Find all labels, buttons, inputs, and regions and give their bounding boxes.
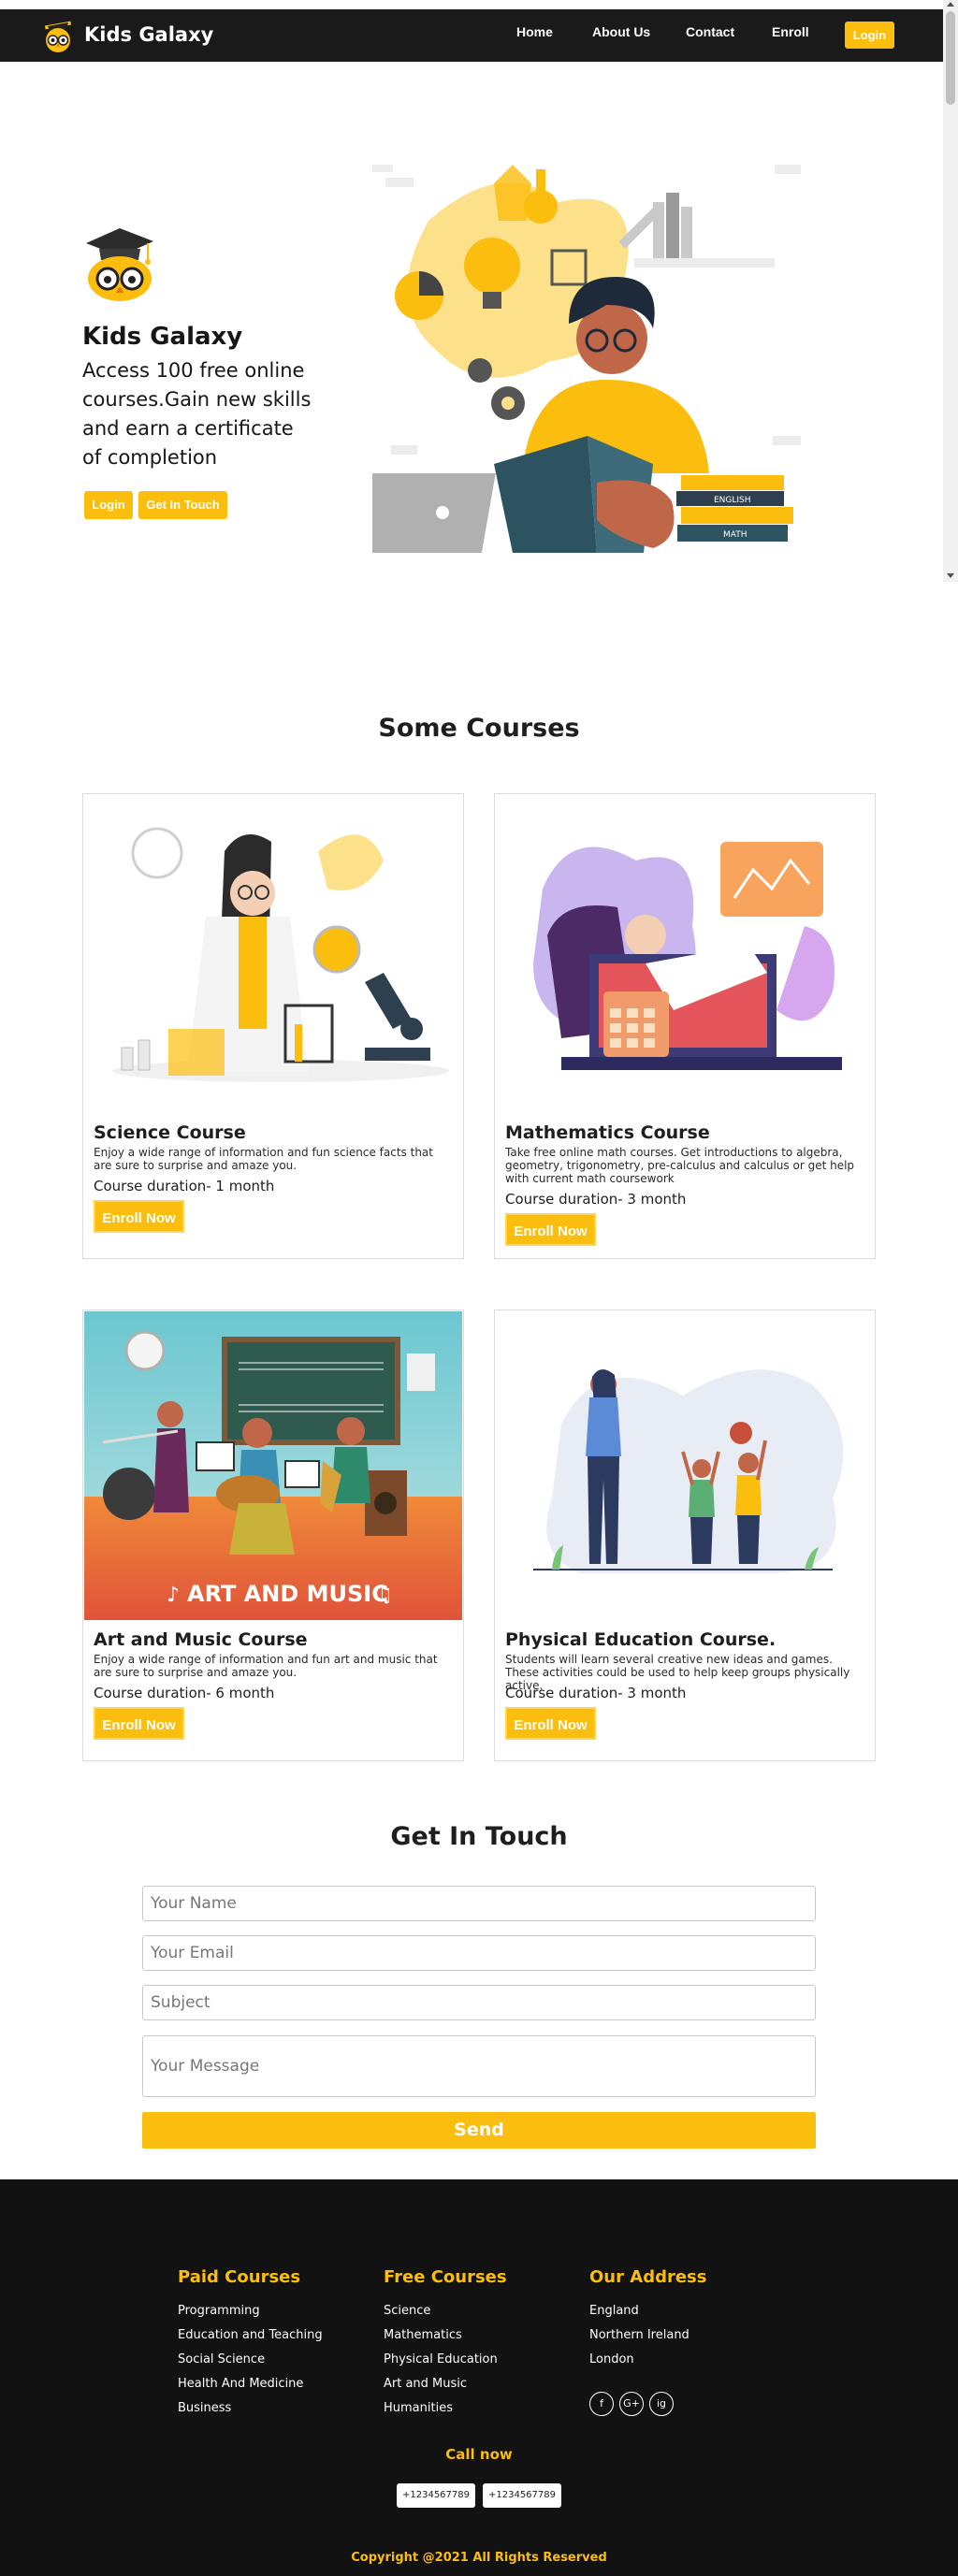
nav-enroll[interactable]: Enroll bbox=[772, 24, 809, 39]
nav-login-button[interactable]: Login bbox=[845, 22, 894, 49]
phone-number-button[interactable]: +1234567789 bbox=[397, 2483, 475, 2508]
address-line: London bbox=[589, 2352, 634, 2366]
footer-link-science[interactable]: Science bbox=[384, 2304, 430, 2318]
nav-about-us[interactable]: About Us bbox=[592, 24, 650, 39]
course-description: Enjoy a wide range of information and fu… bbox=[94, 1146, 433, 1172]
owl-logo-icon bbox=[44, 21, 72, 52]
footer-link-programming[interactable]: Programming bbox=[178, 2304, 260, 2318]
music-note-left-icon: ♪ bbox=[167, 1584, 180, 1607]
mathematics-course-image bbox=[496, 795, 874, 1104]
footer-link-social-science[interactable]: Social Science bbox=[178, 2352, 265, 2366]
scroll-down-arrow-icon[interactable] bbox=[947, 573, 954, 578]
footer-link-humanities[interactable]: Humanities bbox=[384, 2401, 453, 2415]
math-book-label: MATH bbox=[723, 530, 748, 540]
footer-link-education[interactable]: Education and Teaching bbox=[178, 2328, 323, 2342]
instagram-icon[interactable]: ig bbox=[649, 2392, 674, 2416]
course-duration: Course duration- 3 month bbox=[505, 1685, 687, 1701]
free-courses-title: Free Courses bbox=[384, 2267, 507, 2287]
name-input[interactable]: Your Name bbox=[142, 1886, 816, 1921]
nav-contact[interactable]: Contact bbox=[686, 24, 734, 39]
course-card-art-music: ART AND MUSIC ♪ ♫ Art and Music Course E… bbox=[82, 1310, 464, 1761]
hero-get-in-touch-button[interactable]: Get In Touch bbox=[138, 491, 227, 519]
brand-name[interactable]: Kids Galaxy bbox=[84, 23, 213, 46]
message-textarea[interactable]: Your Message bbox=[142, 2035, 816, 2097]
art-music-course-image: ART AND MUSIC ♪ ♫ bbox=[84, 1311, 462, 1620]
top-strip bbox=[0, 0, 943, 9]
course-duration: Course duration- 3 month bbox=[505, 1191, 687, 1208]
art-music-banner-text: ART AND MUSIC bbox=[187, 1581, 388, 1607]
email-input[interactable]: Your Email bbox=[142, 1935, 816, 1971]
enroll-now-button[interactable]: Enroll Now bbox=[94, 1707, 184, 1740]
footer: Paid Courses Programming Education and T… bbox=[0, 2179, 958, 2576]
hero-title: Kids Galaxy bbox=[82, 323, 243, 351]
course-description: Take free online math courses. Get intro… bbox=[505, 1146, 855, 1185]
google-plus-icon[interactable]: G+ bbox=[619, 2392, 644, 2416]
physical-education-course-image bbox=[496, 1311, 874, 1620]
footer-link-health[interactable]: Health And Medicine bbox=[178, 2377, 303, 2391]
course-card-science: Science Course Enjoy a wide range of inf… bbox=[82, 793, 464, 1259]
course-duration: Course duration- 6 month bbox=[94, 1685, 275, 1701]
subject-input[interactable]: Subject bbox=[142, 1985, 816, 2020]
copyright-text: Copyright @2021 All Rights Reserved bbox=[351, 2551, 607, 2565]
facebook-icon[interactable]: f bbox=[589, 2392, 614, 2416]
music-note-right-icon: ♫ bbox=[374, 1584, 393, 1607]
enroll-now-button[interactable]: Enroll Now bbox=[505, 1213, 596, 1246]
paid-courses-title: Paid Courses bbox=[178, 2267, 301, 2287]
owl-graduate-icon bbox=[86, 228, 153, 301]
address-line: Northern Ireland bbox=[589, 2328, 689, 2342]
hero-student-reading-illustration: ENGLISH MATH bbox=[372, 165, 801, 553]
address-line: England bbox=[589, 2304, 639, 2318]
footer-link-business[interactable]: Business bbox=[178, 2401, 231, 2415]
course-card-physical-education: Physical Education Course. Students will… bbox=[494, 1310, 876, 1761]
course-card-mathematics: Mathematics Course Take free online math… bbox=[494, 793, 876, 1259]
footer-link-physical-education[interactable]: Physical Education bbox=[384, 2352, 498, 2366]
course-title: Art and Music Course bbox=[94, 1629, 308, 1650]
course-title: Science Course bbox=[94, 1122, 246, 1143]
nav-home[interactable]: Home bbox=[516, 24, 553, 39]
enroll-now-button[interactable]: Enroll Now bbox=[505, 1707, 596, 1740]
enroll-now-button[interactable]: Enroll Now bbox=[94, 1200, 184, 1233]
scrollbar[interactable] bbox=[943, 0, 958, 582]
science-course-image bbox=[84, 795, 462, 1104]
course-title: Physical Education Course. bbox=[505, 1629, 777, 1650]
hero-text: Access 100 free online courses.Gain new … bbox=[82, 359, 312, 469]
english-book-label: ENGLISH bbox=[714, 496, 751, 505]
footer-link-mathematics[interactable]: Mathematics bbox=[384, 2328, 462, 2342]
course-duration: Course duration- 1 month bbox=[94, 1178, 275, 1194]
hero-login-button[interactable]: Login bbox=[84, 491, 133, 519]
course-description: Enjoy a wide range of information and fu… bbox=[94, 1653, 438, 1679]
scroll-thumb[interactable] bbox=[946, 11, 955, 105]
course-title: Mathematics Course bbox=[505, 1122, 710, 1143]
contact-section-title: Get In Touch bbox=[390, 1822, 568, 1851]
courses-section-title: Some Courses bbox=[378, 714, 580, 743]
scroll-up-arrow-icon[interactable] bbox=[947, 2, 954, 7]
footer-link-art-music[interactable]: Art and Music bbox=[384, 2377, 467, 2391]
phone-number-button[interactable]: +1234567789 bbox=[483, 2483, 561, 2508]
address-title: Our Address bbox=[589, 2267, 707, 2287]
navbar: Kids Galaxy Home About Us Contact Enroll… bbox=[0, 9, 943, 62]
call-now-title: Call now bbox=[445, 2446, 513, 2463]
send-button[interactable]: Send bbox=[142, 2112, 816, 2149]
